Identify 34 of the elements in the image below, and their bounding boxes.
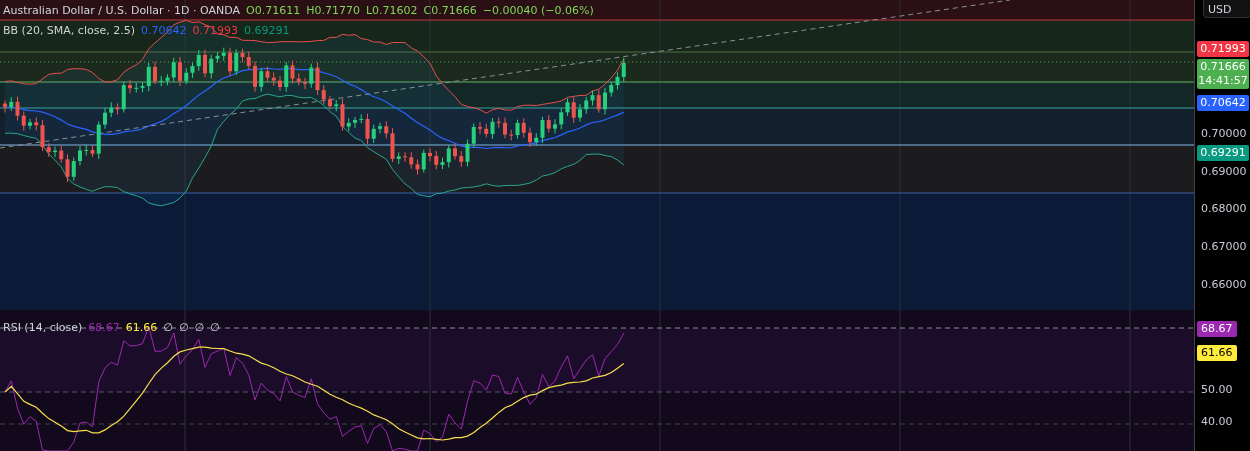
price-tick-label: 0.70000 — [1201, 127, 1247, 140]
ohlc-label: L — [365, 3, 373, 17]
price-badge-value: 0.71993 — [1200, 42, 1246, 56]
price-tick-label: 0.67000 — [1201, 240, 1247, 254]
empty-value: ∅ — [163, 320, 173, 334]
indicator-value: 61.66 — [125, 320, 158, 334]
price-change: −0.00040 (−0.06%) — [482, 3, 594, 17]
price-tick-label: 0.68000 — [1201, 202, 1247, 216]
rsi-badge: 61.66 — [1197, 345, 1237, 361]
ohlc-label: O — [245, 3, 255, 17]
price-badge-value: 0.70642 — [1200, 96, 1246, 110]
empty-value: ∅ — [210, 320, 220, 334]
empty-value: ∅ — [194, 320, 205, 334]
symbol-title: Australian Dollar / U.S. Dollar · 1D · OANDA — [3, 3, 240, 17]
price-tick-label: 0.66000 — [1201, 277, 1247, 291]
rsi-tick-label: 40.00 — [1201, 415, 1233, 428]
indicator-label: BB (20, SMA, close, 2.5) — [3, 23, 135, 37]
indicator-value: 0.69291 — [244, 23, 290, 37]
ohlc-value: 0.71602 — [372, 3, 418, 17]
price-badge-value: 0.69291 — [1200, 146, 1246, 160]
ohlc-value: 0.71611 — [254, 3, 301, 17]
rsi-badge: 68.67 — [1197, 321, 1237, 337]
rsi-tick-label: 50.00 — [1201, 383, 1233, 396]
price-tick-label: 0.69000 — [1201, 164, 1247, 178]
indicator-label: RSI (14, close) — [3, 320, 83, 334]
currency-button[interactable]: USD — [1203, 0, 1250, 18]
price-badge-value: 0.71666 — [1200, 60, 1246, 74]
bar-countdown: 14:41:57 — [1198, 74, 1248, 88]
empty-value: ∅ — [178, 320, 189, 334]
ohlc-value: 0.71666 — [431, 3, 477, 17]
ohlc-label: H — [306, 3, 315, 17]
indicator-value: 68.67 — [88, 320, 120, 334]
ohlc-label: C — [423, 3, 432, 17]
ohlc-value: 0.71770 — [314, 3, 360, 17]
